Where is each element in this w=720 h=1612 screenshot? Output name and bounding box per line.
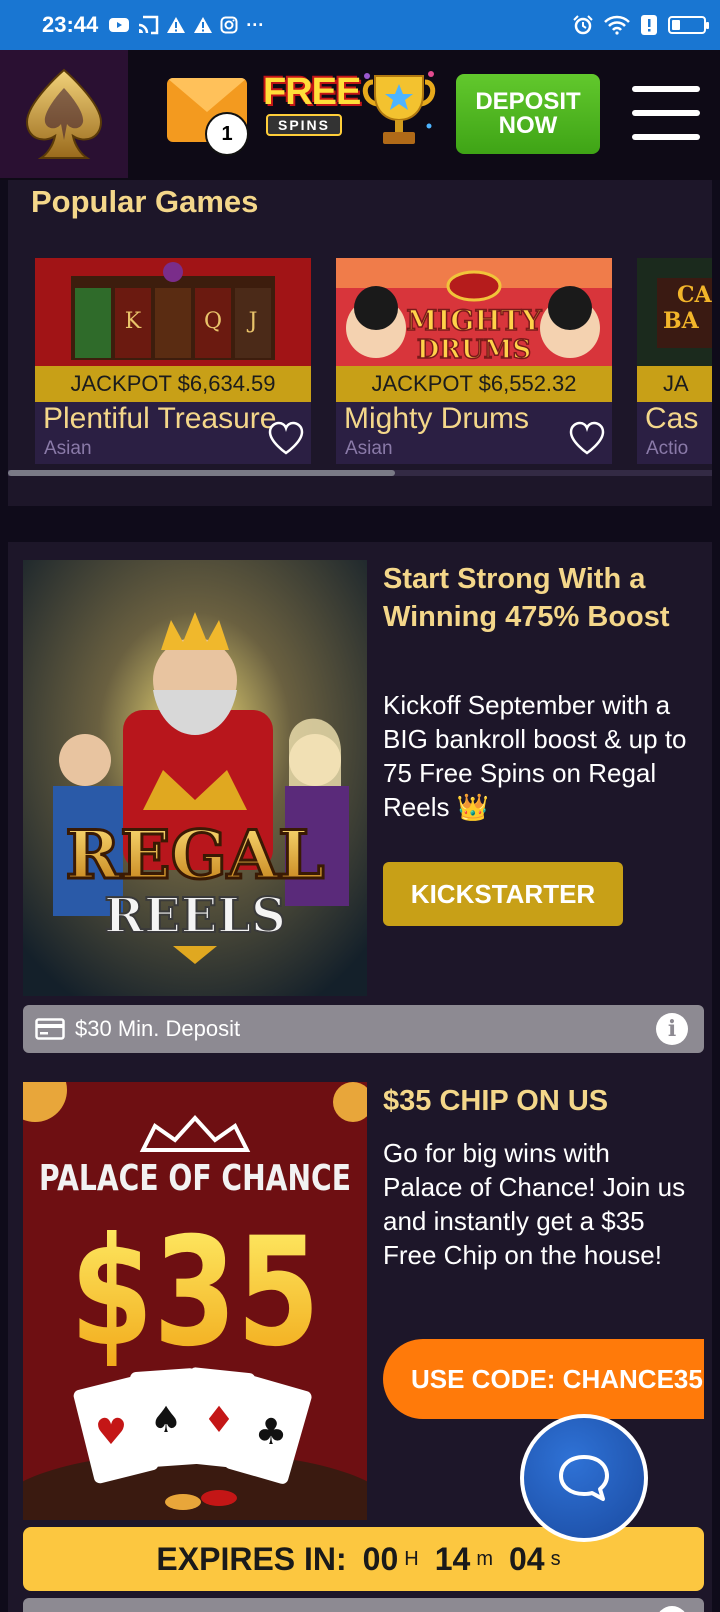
min-deposit-text: $30 Min. Deposit	[75, 1016, 241, 1041]
countdown-seconds-unit: s	[550, 1547, 561, 1570]
info-icon[interactable]	[656, 1606, 688, 1612]
status-bar: 23:44 ···	[0, 0, 720, 50]
game-category: Asian	[44, 438, 92, 459]
free-spins-reel: SPINS	[266, 114, 342, 136]
game-thumbnail: CA BA	[637, 258, 712, 368]
svg-text:Q: Q	[204, 309, 222, 334]
chat-bubble-icon	[559, 1455, 609, 1501]
countdown-seconds: 04	[508, 1540, 545, 1577]
deposit-label-line2: NOW	[498, 112, 558, 139]
popular-games-section: Popular Games K Q J JACKPOT $6,634.59 Pl…	[8, 180, 712, 506]
game-card[interactable]: MIGHTY DRUMS JACKPOT $6,552.32 Mighty Dr…	[336, 258, 612, 464]
expires-label: EXPIRES IN:	[156, 1540, 347, 1577]
next-promo-bar	[23, 1598, 704, 1612]
status-left-icons: ···	[108, 15, 265, 35]
countdown-minutes-unit: m	[476, 1547, 493, 1570]
svg-text:K: K	[125, 309, 142, 334]
hamburger-menu-icon[interactable]	[632, 86, 700, 140]
live-chat-button[interactable]	[520, 1414, 648, 1542]
game-category: Actio	[646, 438, 689, 459]
trophy-button[interactable]	[358, 68, 440, 150]
warning-icon	[194, 17, 213, 33]
info-icon[interactable]: i	[656, 1013, 688, 1045]
game-jackpot: JA	[637, 366, 712, 402]
thirty-five-art: $35	[70, 1206, 320, 1380]
status-time: 23:44	[42, 12, 99, 37]
promo-title: $35 CHIP ON US	[383, 1085, 609, 1117]
countdown-hours: 00	[362, 1540, 399, 1577]
wifi-icon	[604, 15, 630, 35]
deposit-label-line1: DEPOSIT	[475, 88, 581, 115]
use-code-button[interactable]: USE CODE: CHANCE35	[383, 1339, 704, 1419]
heart-icon[interactable]	[267, 420, 305, 456]
game-jackpot: JACKPOT $6,634.59	[35, 366, 311, 402]
credit-card-icon	[35, 1018, 65, 1040]
game-jackpot: JACKPOT $6,552.32	[336, 366, 612, 402]
regal-reels-subtitle-art: REELS	[104, 888, 285, 944]
free-spins-button[interactable]: FREE SPINS	[263, 71, 361, 148]
palace-of-chance-promo-image[interactable]: PALACE OF CHANCE $35 ♥ ♠ ♦ ♣	[23, 1082, 367, 1520]
svg-text:BA: BA	[663, 308, 700, 334]
inbox-button[interactable]: 1	[167, 78, 247, 154]
promo-description: Go for big wins with Palace of Chance! J…	[383, 1138, 686, 1270]
svg-text:J: J	[247, 309, 258, 334]
promo-description: Kickoff September with a BIG bankroll bo…	[383, 690, 687, 822]
trophy-icon	[362, 71, 436, 144]
palace-of-chance-title-art: PALACE OF CHANCE	[39, 1158, 351, 1199]
svg-text:CA: CA	[677, 282, 712, 308]
site-header: 1 FREE SPINS DEPOSIT NOW	[0, 50, 720, 180]
game-card[interactable]: CA BA JA Cas Actio	[637, 258, 712, 464]
alert-icon	[641, 15, 657, 35]
svg-text:♦: ♦	[203, 1400, 235, 1441]
games-scrollbar[interactable]	[8, 470, 712, 476]
cast-icon	[139, 15, 159, 35]
instagram-icon	[220, 16, 238, 34]
promo-title: Start Strong With a Winning 475% Boost	[383, 563, 670, 633]
deposit-now-button[interactable]: DEPOSIT NOW	[456, 74, 600, 154]
game-name: Mighty Drums	[344, 402, 530, 435]
svg-text:♣: ♣	[255, 1412, 287, 1453]
svg-text:MIGHTY: MIGHTY	[406, 304, 542, 337]
battery-icon	[668, 16, 709, 34]
games-scrollbar-thumb[interactable]	[8, 470, 396, 476]
popular-games-title: Popular Games	[31, 184, 259, 219]
game-card[interactable]: K Q J JACKPOT $6,634.59 Plentiful Treasu…	[35, 258, 311, 464]
svg-text:♠: ♠	[150, 1400, 182, 1441]
countdown-minutes: 14	[434, 1540, 471, 1577]
game-name: Cas	[645, 402, 699, 435]
status-right-icons	[572, 14, 709, 36]
inbox-badge: 1	[207, 114, 247, 154]
game-thumbnail: MIGHTY DRUMS	[336, 258, 612, 368]
min-deposit-bar: $30 Min. Deposit i	[23, 1005, 704, 1053]
heart-icon[interactable]	[568, 420, 606, 456]
casino-logo[interactable]	[0, 50, 128, 178]
kickstarter-button[interactable]: KICKSTARTER	[383, 862, 623, 926]
alarm-icon	[573, 15, 593, 35]
warning-icon	[167, 17, 186, 33]
game-thumbnail: K Q J	[35, 258, 311, 368]
svg-text:♥: ♥	[95, 1412, 127, 1453]
more-dots-icon: ···	[246, 15, 265, 35]
free-spins-label: FREE	[263, 71, 361, 113]
game-category: Asian	[345, 438, 393, 459]
casino-home-page: 23:44 ··· 1 FREE SPINS DEPOSIT NOW Popul…	[0, 0, 720, 1612]
regal-reels-promo-image[interactable]: REGAL REELS	[23, 560, 367, 996]
game-name: Plentiful Treasure	[43, 402, 277, 435]
svg-text:DRUMS: DRUMS	[417, 335, 531, 365]
countdown-hours-unit: H	[404, 1547, 419, 1570]
regal-reels-title-art: REGAL	[65, 816, 324, 894]
youtube-icon	[109, 18, 130, 32]
spade-logo-icon	[25, 68, 103, 159]
